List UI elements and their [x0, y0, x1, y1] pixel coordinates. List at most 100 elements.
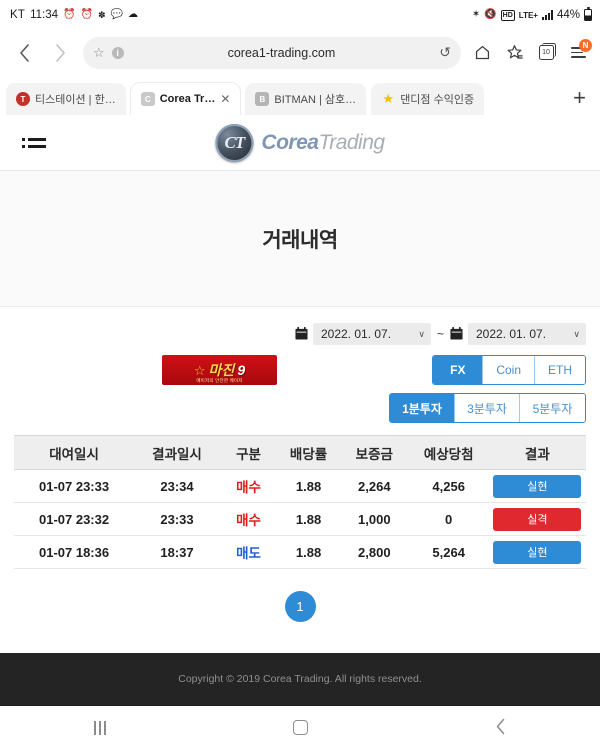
date-to-value: 2022. 01. 07. [476, 327, 547, 341]
cell-side: 매도 [219, 535, 278, 569]
mute-icon: 🔇 [484, 9, 497, 20]
transaction-table: 대여일시 결과일시 구분 배당률 보증금 예상당첨 결과 01-07 23:33… [14, 435, 586, 569]
page-title-band: 거래내역 [0, 171, 600, 307]
table-row: 01-07 23:33 23:34 매수 1.88 2,264 4,256 실현 [14, 469, 586, 503]
cell-close-time: 18:37 [134, 535, 220, 569]
home-icon [292, 720, 308, 735]
site-header: CT Corea Trading [0, 115, 600, 171]
cloud-icon: ☁ [127, 9, 138, 20]
android-status-bar: KT 11:34 ⏰ ⏰ ✽ 💬 ☁ ✶ 🔇 HD LTE+ 44% [0, 0, 600, 30]
cell-result: 실현 [488, 535, 586, 569]
forward-button[interactable] [43, 36, 77, 70]
copyright-label: Copyright © 2019 Corea Trading. All righ… [178, 673, 422, 685]
cell-open-time: 01-07 23:32 [14, 502, 135, 536]
tab-label: BITMAN | 삼호… [274, 94, 357, 106]
promo-banner-title: 마진 [208, 362, 235, 378]
page-button-1[interactable]: 1 [284, 591, 316, 622]
browser-tab-active[interactable]: C Corea Tr… ✕ [130, 83, 241, 115]
site-logo[interactable]: CT Corea Trading [215, 123, 385, 162]
site-menu-button[interactable] [22, 137, 46, 148]
column-header-payout: 배당률 [277, 435, 340, 470]
date-to-select[interactable]: 2022. 01. 07. ∨ [468, 323, 586, 345]
home-button[interactable] [270, 720, 330, 735]
market-tab-fx[interactable]: FX [433, 356, 484, 384]
column-header-result: 결과 [488, 435, 586, 470]
page-title: 거래내역 [262, 228, 338, 252]
browser-tab[interactable]: T 티스테이션 | 한… [6, 83, 126, 115]
tab-label: Corea Tr… [159, 93, 216, 105]
cell-side: 매수 [219, 502, 278, 536]
cell-deposit: 2,264 [340, 469, 409, 503]
android-nav-bar [0, 705, 600, 749]
back-button[interactable] [470, 718, 530, 738]
signal-strength-icon [541, 10, 553, 20]
date-range-row: 2022. 01. 07. ∨ ~ 2022. 01. 07. ∨ [14, 323, 586, 345]
date-range-separator: ~ [436, 327, 444, 341]
menu-icon [22, 137, 46, 141]
cell-payout: 1.88 [277, 502, 340, 536]
tab-favicon-icon: B [255, 92, 270, 106]
home-button[interactable] [467, 36, 497, 70]
duration-tab-3min[interactable]: 3분투자 [455, 394, 520, 422]
cell-deposit: 1,000 [340, 502, 409, 536]
chevron-down-icon: ∨ [573, 328, 580, 339]
cell-close-time: 23:34 [134, 469, 220, 503]
table-body: 01-07 23:33 23:34 매수 1.88 2,264 4,256 실현… [14, 469, 586, 569]
cell-deposit: 2,800 [340, 535, 409, 569]
page-content: 거래내역 2022. 01. 07. ∨ ~ 2022. 01. 07. ∨ ☆… [0, 171, 600, 653]
filter-controls: 2022. 01. 07. ∨ ~ 2022. 01. 07. ∨ ☆ 마진 9… [0, 307, 600, 423]
tab-favicon-icon: ★ [382, 91, 395, 106]
browser-tab[interactable]: ★ 댄디점 수익인증 [371, 83, 485, 115]
tab-label: 티스테이션 | 한… [35, 94, 116, 106]
address-bar[interactable]: ☆ i corea1-trading.com ↺ [83, 36, 461, 69]
promo-banner[interactable]: ☆ 마진 9 메이저의 안전한 메이저 [162, 355, 277, 385]
table-row: 01-07 23:32 23:33 매수 1.88 1,000 0 실격 [14, 502, 586, 536]
recents-button[interactable] [70, 720, 130, 735]
cell-result: 실격 [488, 502, 586, 536]
promo-banner-number: 9 [237, 362, 246, 378]
tab-count-label: 10 [538, 42, 556, 60]
menu-icon [22, 144, 46, 148]
battery-icon [584, 7, 592, 21]
date-from-select[interactable]: 2022. 01. 07. ∨ [312, 323, 431, 345]
calendar-icon [295, 326, 308, 342]
bookmark-star-icon[interactable]: ☆ [93, 45, 105, 61]
tab-label: 댄디점 수익인증 [400, 94, 475, 106]
bookmarks-button[interactable] [499, 36, 529, 70]
cell-close-time: 23:33 [134, 502, 220, 536]
browser-tab[interactable]: B BITMAN | 삼호… [245, 83, 367, 115]
close-icon[interactable]: ✕ [220, 92, 230, 106]
clock-label: 11:34 [30, 9, 59, 21]
banner-and-market-row: ☆ 마진 9 메이저의 안전한 메이저 FX Coin ETH [14, 355, 586, 385]
cell-open-time: 01-07 23:33 [14, 469, 135, 503]
carrier-label: KT [10, 9, 26, 21]
tab-favicon-icon: T [16, 92, 30, 106]
promo-banner-subtitle: 메이저의 안전한 메이저 [196, 378, 243, 383]
browser-menu-button[interactable]: N [563, 36, 593, 70]
back-button[interactable] [7, 36, 41, 70]
brand-primary-label: Corea [261, 130, 319, 154]
duration-tab-5min[interactable]: 5분투자 [520, 394, 585, 422]
date-from-value: 2022. 01. 07. [320, 327, 392, 341]
calendar-icon [450, 326, 463, 342]
chat-icon: 💬 [110, 9, 123, 20]
status-badge: 실현 [493, 540, 582, 564]
bluetooth-sync-icon: ✽ [97, 9, 106, 20]
brand-secondary-label: Trading [318, 130, 385, 154]
chevron-down-icon: ∨ [418, 328, 425, 339]
url-text[interactable]: corea1-trading.com [124, 46, 440, 60]
new-tab-button[interactable]: + [565, 85, 594, 115]
site-info-icon[interactable]: i [111, 46, 124, 59]
duration-tab-1min[interactable]: 1분투자 [390, 394, 455, 422]
cell-open-time: 01-07 18:36 [14, 535, 135, 569]
tab-switcher-button[interactable]: 10 [531, 36, 561, 70]
market-type-tabs: FX Coin ETH [432, 355, 586, 385]
brand-wordmark: Corea Trading [261, 130, 385, 155]
column-header-close-time: 결과일시 [134, 435, 220, 470]
market-tab-eth[interactable]: ETH [535, 356, 585, 384]
market-tab-coin[interactable]: Coin [483, 356, 535, 384]
reload-icon[interactable]: ↺ [439, 44, 451, 61]
duration-tabs: 1분투자 3분투자 5분투자 [389, 393, 586, 423]
duration-tabs-row: 1분투자 3분투자 5분투자 [14, 393, 586, 423]
cell-expected: 4,256 [408, 469, 489, 503]
